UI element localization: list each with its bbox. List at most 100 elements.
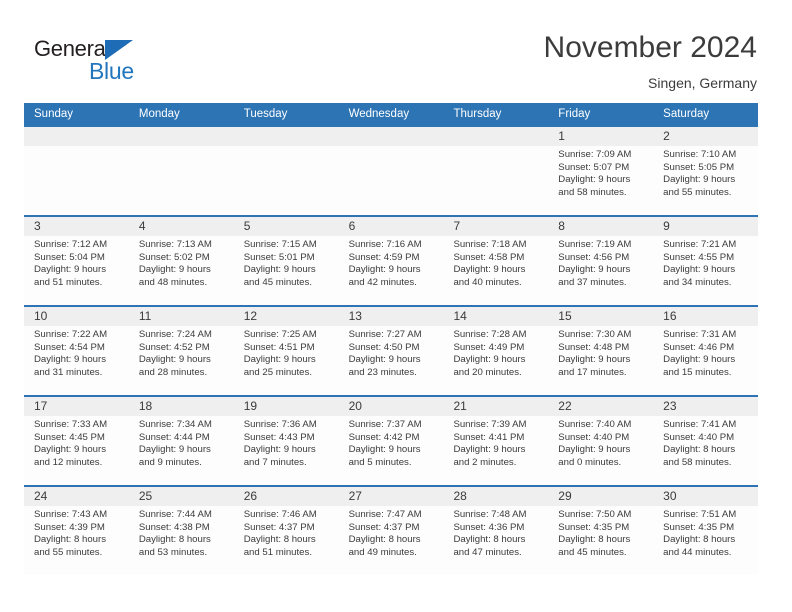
day-number: 11: [138, 309, 152, 323]
daylight-text-line2: and 45 minutes.: [243, 276, 312, 288]
sunrise-text: Sunrise: 7:41 AM: [663, 419, 737, 430]
day-number: 21: [453, 399, 467, 413]
day-number: 1: [558, 129, 565, 143]
day-number: 2: [663, 129, 670, 143]
day-cell: [24, 146, 129, 215]
sunrise-text: Sunrise: 7:37 AM: [348, 419, 422, 430]
day-number: 30: [663, 489, 677, 503]
day-number: 10: [34, 309, 48, 323]
day-number: 8: [558, 219, 565, 233]
sunset-text: Sunset: 4:55 PM: [663, 251, 735, 263]
sunset-text: Sunset: 4:51 PM: [243, 341, 315, 353]
week-body: Sunrise: 7:22 AM Sunset: 4:54 PM Dayligh…: [24, 326, 758, 395]
day-number: 15: [558, 309, 572, 323]
sunrise-text: Sunrise: 7:44 AM: [138, 509, 212, 520]
week-row: 1 2 Sunrise: 7:09 AM Sunset: 5:07 PM Day…: [24, 125, 758, 215]
daylight-text-line2: and 12 minutes.: [34, 456, 103, 468]
sunset-text: Sunset: 4:35 PM: [558, 521, 630, 533]
daylight-text-line1: Daylight: 9 hours: [453, 354, 526, 366]
day-number: 28: [453, 489, 467, 503]
sunset-text: Sunset: 4:44 PM: [138, 431, 210, 443]
daylight-text-line2: and 47 minutes.: [453, 546, 522, 558]
sunset-text: Sunset: 4:42 PM: [348, 431, 420, 443]
daylight-text-line1: Daylight: 8 hours: [138, 534, 211, 546]
sunrise-text: Sunrise: 7:36 AM: [243, 419, 317, 430]
day-cell: Sunrise: 7:09 AM Sunset: 5:07 PM Dayligh…: [548, 146, 653, 215]
day-cell: Sunrise: 7:18 AM Sunset: 4:58 PM Dayligh…: [443, 236, 548, 305]
sunset-text: Sunset: 4:50 PM: [348, 341, 420, 353]
sunset-text: Sunset: 5:02 PM: [138, 251, 210, 263]
sunrise-text: Sunrise: 7:51 AM: [663, 509, 737, 520]
day-cell: Sunrise: 7:19 AM Sunset: 4:56 PM Dayligh…: [548, 236, 653, 305]
page-header: General Blue November 2024 Singen, Germa…: [0, 0, 792, 103]
week-row: 17 18 19 20 21 22 23 Sunrise: 7:33 AM Su…: [24, 395, 758, 485]
week-datestrip: 3 4 5 6 7 8 9: [24, 217, 758, 236]
day-cell: Sunrise: 7:43 AM Sunset: 4:39 PM Dayligh…: [24, 506, 129, 575]
sunrise-text: Sunrise: 7:47 AM: [348, 509, 422, 520]
sunrise-text: Sunrise: 7:43 AM: [34, 509, 108, 520]
sunrise-text: Sunrise: 7:30 AM: [558, 329, 632, 340]
sunrise-text: Sunrise: 7:15 AM: [243, 239, 317, 250]
daylight-text-line1: Daylight: 8 hours: [34, 534, 106, 546]
day-number: 4: [138, 219, 146, 233]
daylight-text-line2: and 23 minutes.: [348, 366, 417, 378]
sunset-text: Sunset: 4:36 PM: [453, 521, 525, 533]
daylight-text-line1: Daylight: 9 hours: [453, 264, 526, 276]
sunset-text: Sunset: 4:37 PM: [243, 521, 315, 533]
sunset-text: Sunset: 4:41 PM: [453, 431, 525, 443]
sunrise-text: Sunrise: 7:27 AM: [348, 329, 422, 340]
day-number: 9: [663, 219, 670, 233]
sunrise-text: Sunrise: 7:12 AM: [34, 239, 108, 250]
daylight-text-line2: and 44 minutes.: [663, 546, 732, 558]
day-cell: Sunrise: 7:25 AM Sunset: 4:51 PM Dayligh…: [234, 326, 339, 395]
daylight-text-line1: Daylight: 9 hours: [138, 354, 211, 366]
sunrise-text: Sunrise: 7:50 AM: [558, 509, 632, 520]
sunset-text: Sunset: 4:40 PM: [558, 431, 630, 443]
daylight-text-line2: and 58 minutes.: [663, 456, 732, 468]
sunrise-text: Sunrise: 7:13 AM: [138, 239, 212, 250]
daylight-text-line2: and 40 minutes.: [453, 276, 522, 288]
daylight-text-line2: and 48 minutes.: [138, 276, 208, 288]
week-row: 24 25 26 27 28 29 30 Sunrise: 7:43 AM Su…: [24, 485, 758, 575]
sunrise-text: Sunrise: 7:25 AM: [243, 329, 317, 340]
sunset-text: Sunset: 4:40 PM: [663, 431, 735, 443]
sunrise-text: Sunrise: 7:16 AM: [348, 239, 422, 250]
day-cell: [234, 146, 339, 215]
week-datestrip: 24 25 26 27 28 29 30: [24, 487, 758, 506]
daylight-text-line1: Daylight: 9 hours: [348, 264, 421, 276]
day-cell: Sunrise: 7:12 AM Sunset: 5:04 PM Dayligh…: [24, 236, 129, 305]
sunset-text: Sunset: 4:35 PM: [663, 521, 735, 533]
sunset-text: Sunset: 4:45 PM: [34, 431, 105, 443]
day-cell: Sunrise: 7:24 AM Sunset: 4:52 PM Dayligh…: [129, 326, 234, 395]
daylight-text-line2: and 15 minutes.: [663, 366, 732, 378]
general-blue-logo: General Blue: [34, 36, 174, 86]
day-number: 16: [663, 309, 677, 323]
sunrise-text: Sunrise: 7:39 AM: [453, 419, 527, 430]
week-body: Sunrise: 7:33 AM Sunset: 4:45 PM Dayligh…: [24, 416, 758, 485]
day-cell: Sunrise: 7:27 AM Sunset: 4:50 PM Dayligh…: [339, 326, 444, 395]
day-cell: Sunrise: 7:13 AM Sunset: 5:02 PM Dayligh…: [129, 236, 234, 305]
daylight-text-line1: Daylight: 9 hours: [138, 444, 211, 456]
daylight-text-line1: Daylight: 9 hours: [558, 174, 631, 186]
page-subtitle: Singen, Germany: [648, 75, 757, 91]
day-number: 22: [558, 399, 572, 413]
day-cell: Sunrise: 7:16 AM Sunset: 4:59 PM Dayligh…: [339, 236, 444, 305]
daylight-text-line1: Daylight: 9 hours: [243, 264, 316, 276]
day-number: 17: [34, 399, 48, 413]
day-cell: Sunrise: 7:33 AM Sunset: 4:45 PM Dayligh…: [24, 416, 129, 485]
day-cell: Sunrise: 7:41 AM Sunset: 4:40 PM Dayligh…: [653, 416, 758, 485]
title-block: November 2024 Singen, Germany: [544, 30, 757, 93]
sunset-text: Sunset: 4:38 PM: [138, 521, 210, 533]
sunset-text: Sunset: 4:43 PM: [243, 431, 315, 443]
day-cell: Sunrise: 7:39 AM Sunset: 4:41 PM Dayligh…: [443, 416, 548, 485]
day-cell: Sunrise: 7:21 AM Sunset: 4:55 PM Dayligh…: [653, 236, 758, 305]
daylight-text-line2: and 55 minutes.: [34, 546, 103, 558]
sunset-text: Sunset: 4:54 PM: [34, 341, 105, 353]
daylight-text-line1: Daylight: 8 hours: [453, 534, 526, 546]
day-number: 24: [34, 489, 48, 503]
day-cell: Sunrise: 7:30 AM Sunset: 4:48 PM Dayligh…: [548, 326, 653, 395]
sunrise-text: Sunrise: 7:46 AM: [243, 509, 317, 520]
week-datestrip: 10 11 12 13 14 15 16: [24, 307, 758, 326]
day-cell: Sunrise: 7:31 AM Sunset: 4:46 PM Dayligh…: [653, 326, 758, 395]
daylight-text-line2: and 49 minutes.: [348, 546, 417, 558]
